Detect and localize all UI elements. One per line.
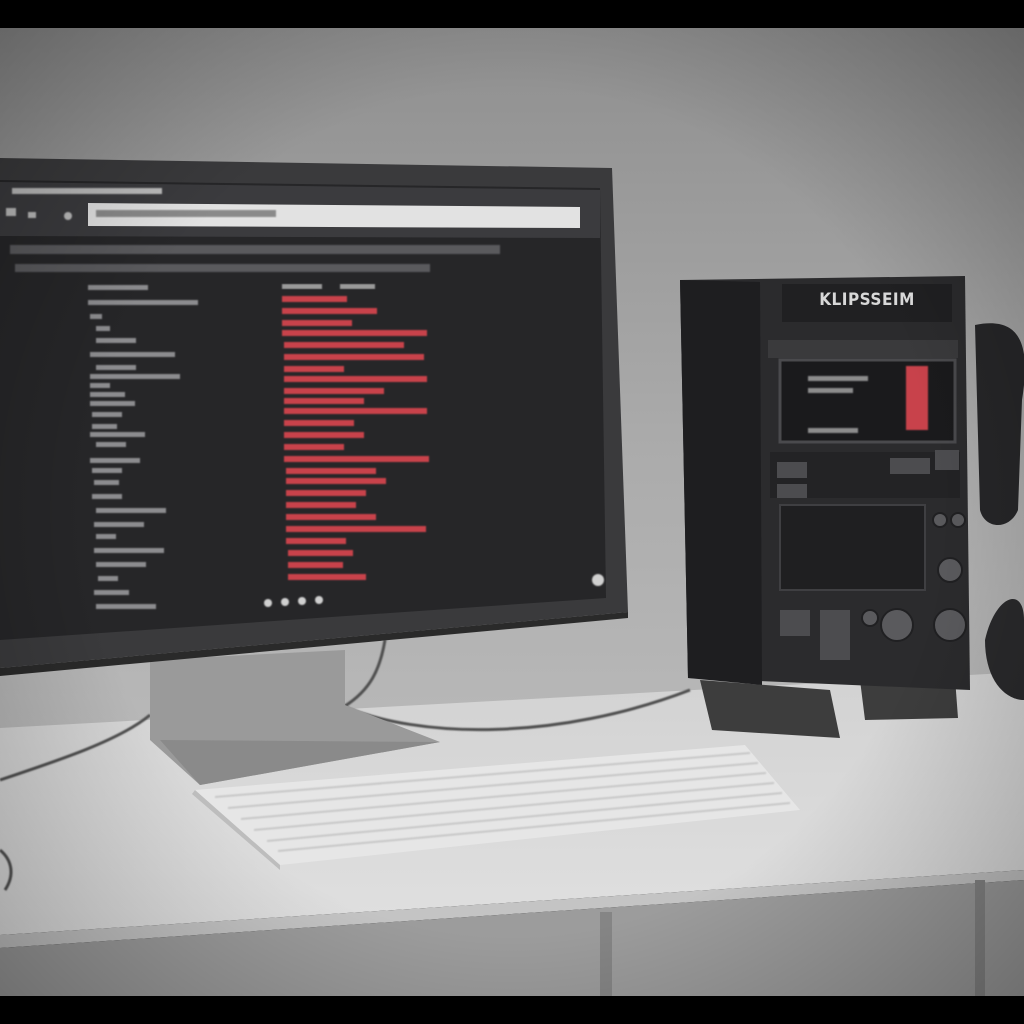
desk-photo-scene: KLIPSSEIM xyxy=(0,0,1024,1024)
device-brand-label: KLIPSSEIM xyxy=(819,290,915,310)
scene-svg xyxy=(0,0,1024,1024)
letterbox-top xyxy=(0,0,1024,28)
vignette xyxy=(0,0,1024,1024)
letterbox-bottom xyxy=(0,996,1024,1024)
